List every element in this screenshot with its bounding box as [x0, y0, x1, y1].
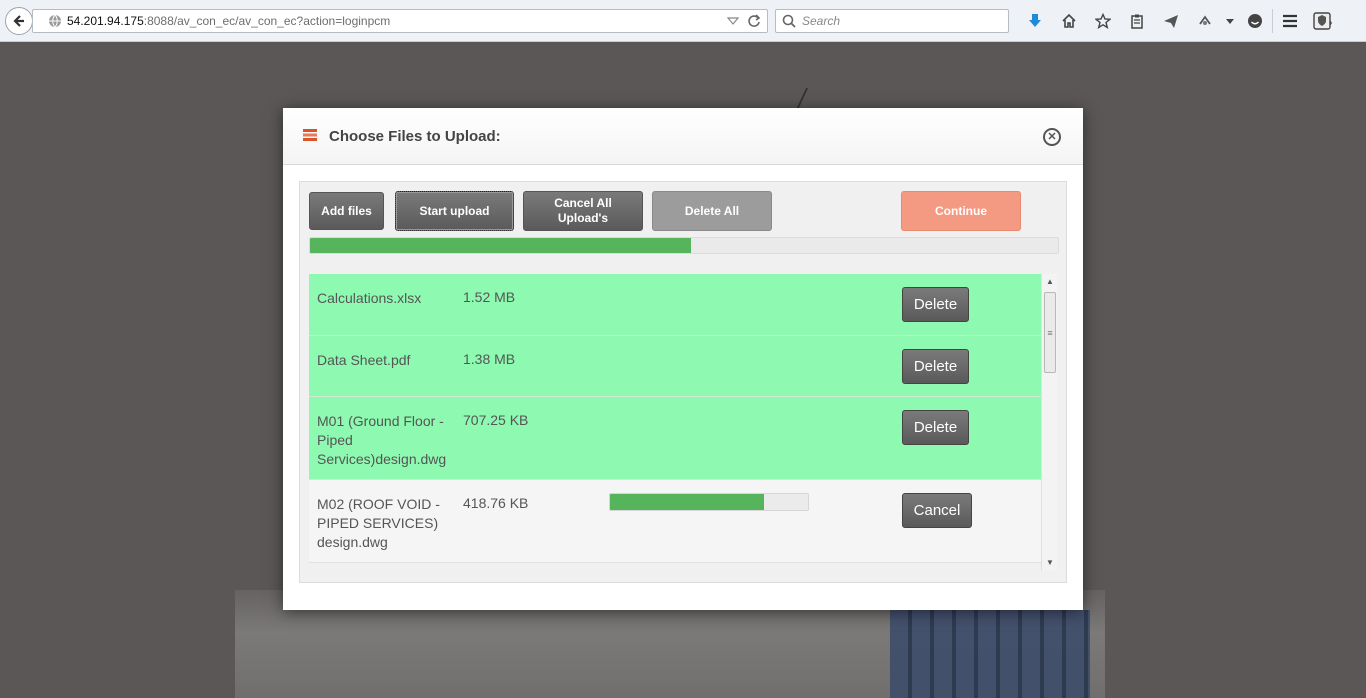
- home-icon: [1062, 13, 1076, 28]
- start-upload-button[interactable]: Start upload: [395, 191, 514, 231]
- background-glass-facade: [890, 610, 1090, 698]
- dropdown-arrow-icon[interactable]: [727, 13, 739, 29]
- add-files-button[interactable]: Add files: [309, 192, 384, 230]
- dialog-header: Choose Files to Upload:: [283, 108, 1083, 165]
- star-icon: [1095, 13, 1111, 29]
- close-button[interactable]: ✕: [1043, 128, 1061, 146]
- file-name: M01 (Ground Floor - Piped Services)desig…: [317, 413, 447, 467]
- scroll-up-arrow-icon[interactable]: ▲: [1045, 277, 1055, 287]
- overall-progress-bar: [309, 237, 1059, 254]
- reading-list-button[interactable]: [1120, 9, 1154, 33]
- delete-all-button[interactable]: Delete All: [652, 191, 772, 231]
- building-spire: [777, 88, 809, 110]
- file-progress-bar: [609, 493, 809, 511]
- extension-dropdown[interactable]: [1222, 9, 1238, 33]
- scroll-down-arrow-icon[interactable]: ▼: [1045, 558, 1055, 568]
- dialog-title: Choose Files to Upload:: [329, 127, 501, 145]
- send-button[interactable]: [1154, 9, 1188, 33]
- file-name: M02 (ROOF VOID - PIPED SERVICES) design.…: [317, 496, 440, 550]
- smiley-icon: [1248, 14, 1262, 28]
- overall-progress-fill: [310, 238, 692, 253]
- cancel-all-uploads-button[interactable]: Cancel All Upload's: [523, 191, 643, 231]
- file-row: Calculations.xlsx 1.52 MB Delete: [309, 274, 1041, 336]
- url-path: :8088/av_con_ec/av_con_ec?action=loginpc…: [143, 14, 391, 28]
- back-button[interactable]: [5, 7, 33, 35]
- file-size: 707.25 KB: [463, 412, 529, 428]
- chevron-down-icon: [1226, 19, 1234, 24]
- paper-plane-icon: [1164, 15, 1178, 28]
- chat-button[interactable]: [1238, 9, 1272, 33]
- extension-icon: [1199, 15, 1211, 25]
- file-row: Data Sheet.pdf 1.38 MB Delete: [309, 336, 1041, 397]
- file-name: Calculations.xlsx: [317, 290, 422, 306]
- file-size: 418.76 KB: [463, 495, 529, 511]
- continue-button[interactable]: Continue: [901, 191, 1021, 231]
- file-size: 1.52 MB: [463, 289, 516, 305]
- download-button[interactable]: [1018, 9, 1052, 33]
- upload-panel: Add files Start upload Cancel All Upload…: [299, 181, 1067, 583]
- search-placeholder: Search: [802, 14, 841, 28]
- hamburger-icon: [1282, 14, 1297, 28]
- arrow-left-icon: [13, 15, 24, 27]
- home-button[interactable]: [1052, 9, 1086, 33]
- file-row: M02 (ROOF VOID - PIPED SERVICES) design.…: [309, 480, 1041, 563]
- globe-icon: [49, 14, 61, 28]
- menu-button[interactable]: [1272, 9, 1306, 33]
- file-size: 1.38 MB: [463, 351, 516, 367]
- search-icon: [782, 14, 796, 28]
- search-box[interactable]: Search: [775, 9, 1009, 33]
- clipboard-icon: [1131, 14, 1143, 29]
- scroll-thumb[interactable]: ≡: [1044, 292, 1056, 373]
- cancel-all-label: Cancel All Upload's: [554, 196, 612, 225]
- file-row: M01 (Ground Floor - Piped Services)desig…: [309, 397, 1041, 480]
- close-icon: ✕: [1047, 130, 1057, 143]
- upload-dialog: Choose Files to Upload: ✕ Add files Star…: [283, 108, 1083, 610]
- upload-list-icon: [303, 129, 317, 141]
- browser-toolbar: 54.201.94.175:8088/av_con_ec/av_con_ec?a…: [0, 0, 1366, 42]
- file-list: Calculations.xlsx 1.52 MB Delete Data Sh…: [309, 274, 1041, 571]
- bookmark-button[interactable]: [1086, 9, 1120, 33]
- file-progress-fill: [610, 494, 765, 510]
- file-list-scrollbar[interactable]: ▲ ≡ ▼: [1041, 274, 1057, 571]
- addon-button[interactable]: [1306, 9, 1340, 33]
- extension-button[interactable]: [1188, 9, 1222, 33]
- address-bar[interactable]: 54.201.94.175:8088/av_con_ec/av_con_ec?a…: [32, 9, 768, 33]
- download-icon: [1029, 14, 1041, 27]
- delete-file-button[interactable]: Delete: [902, 410, 969, 445]
- url-host: 54.201.94.175: [67, 14, 144, 28]
- cancel-file-button[interactable]: Cancel: [902, 493, 972, 528]
- file-name: Data Sheet.pdf: [317, 352, 411, 368]
- delete-file-button[interactable]: Delete: [902, 287, 969, 322]
- shield-icon: [1313, 12, 1332, 30]
- delete-file-button[interactable]: Delete: [902, 349, 969, 384]
- reload-icon[interactable]: [747, 13, 761, 29]
